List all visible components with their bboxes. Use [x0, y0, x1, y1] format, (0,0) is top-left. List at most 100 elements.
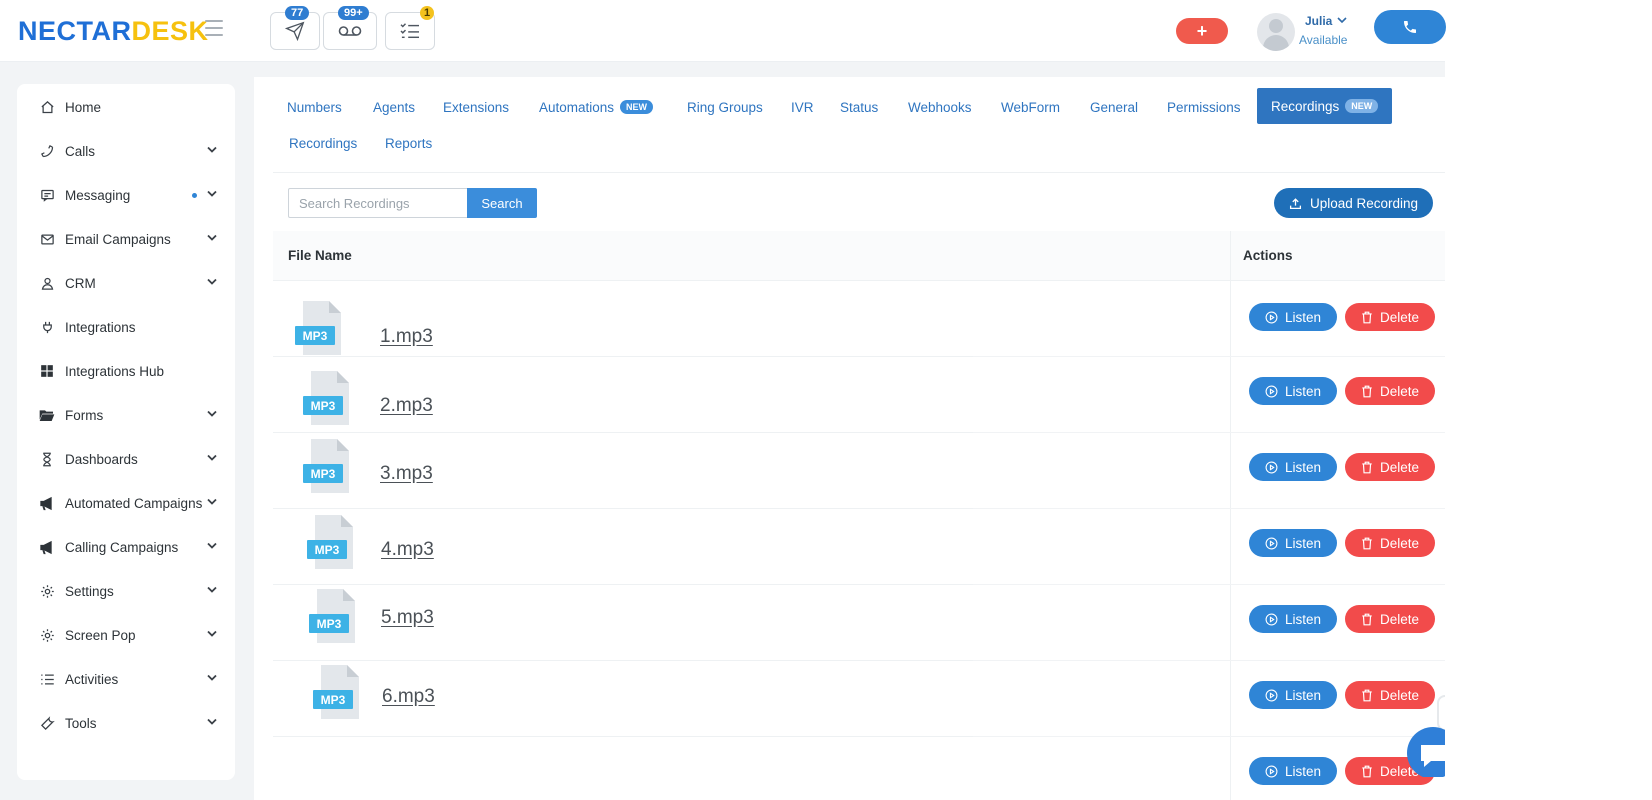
svg-text:MP3: MP3 — [321, 693, 346, 707]
recordings-toolbar: Search Upload Recording — [273, 172, 1445, 230]
sidebar-item-automated-campaigns[interactable]: Automated Campaigns — [17, 483, 235, 523]
delete-button[interactable]: Delete — [1345, 377, 1435, 405]
sidebar-item-integrations-hub[interactable]: Integrations Hub — [17, 351, 235, 391]
delete-button[interactable]: Delete — [1345, 681, 1435, 709]
listen-button[interactable]: Listen — [1249, 453, 1337, 481]
tasks-button[interactable]: 1 — [385, 6, 435, 50]
sidebar-item-home[interactable]: Home — [17, 87, 235, 127]
trash-icon — [1362, 613, 1372, 625]
search-button[interactable]: Search — [467, 188, 537, 218]
tab-numbers[interactable]: Numbers — [287, 89, 342, 125]
delete-label: Delete — [1379, 687, 1420, 703]
tab-status[interactable]: Status — [840, 89, 878, 125]
tab-recordings[interactable]: Recordings — [289, 125, 357, 161]
dialer-button[interactable] — [1374, 10, 1446, 44]
tab-label: Automations — [539, 99, 615, 115]
tab-label: WebForm — [1001, 99, 1061, 115]
file-name-link[interactable]: 3.mp3 — [380, 463, 433, 485]
tab-automations[interactable]: Automations NEW — [539, 89, 654, 125]
listen-button[interactable]: Listen — [1249, 605, 1337, 633]
tab-general[interactable]: General — [1090, 89, 1138, 125]
chevron-down-icon — [207, 454, 217, 461]
tab-label: Reports — [385, 135, 433, 151]
plug-icon — [39, 319, 55, 335]
sidebar-item-label: Calling Campaigns — [65, 539, 179, 555]
sidebar-item-label: Messaging — [65, 187, 131, 203]
listen-button[interactable]: Listen — [1249, 529, 1337, 557]
sidebar-item-messaging[interactable]: Messaging — [17, 175, 235, 215]
send-badge: 77 — [285, 6, 310, 20]
sidebar-item-label: Tools — [65, 715, 97, 731]
sidebar-item-integrations[interactable]: Integrations — [17, 307, 235, 347]
voicemail-button[interactable]: 99+ — [323, 6, 377, 50]
tab-permissions[interactable]: Permissions — [1167, 89, 1241, 125]
sidebar-item-label: Dashboards — [65, 451, 138, 467]
mp3-file-icon: MP3 — [301, 369, 355, 427]
chevron-down-icon — [207, 542, 217, 549]
listen-label: Listen — [1284, 535, 1322, 551]
chat-icon — [1407, 727, 1445, 777]
send-button[interactable]: 77 — [270, 6, 320, 50]
sidebar-item-label: Settings — [65, 583, 114, 599]
sidebar-item-calls[interactable]: Calls — [17, 131, 235, 171]
menu-toggle-icon[interactable] — [205, 20, 223, 36]
listen-label: Listen — [1284, 687, 1322, 703]
gear-icon — [39, 583, 55, 599]
column-header-file-name: File Name — [288, 248, 352, 263]
sidebar-item-email-campaigns[interactable]: Email Campaigns — [17, 219, 235, 259]
logo[interactable]: NECTARDESK — [18, 16, 209, 47]
chevron-down-icon — [207, 410, 217, 417]
sidebar-item-forms[interactable]: Forms — [17, 395, 235, 435]
chevron-down-icon[interactable] — [1337, 16, 1347, 24]
upload-recording-button[interactable]: Upload Recording — [1274, 188, 1433, 218]
avatar[interactable] — [1257, 13, 1295, 51]
play-circle-icon — [1265, 311, 1278, 323]
file-name-link[interactable]: 6.mp3 — [382, 686, 435, 708]
sidebar-item-crm[interactable]: CRM — [17, 263, 235, 303]
sidebar-item-tools[interactable]: Tools — [17, 703, 235, 743]
sidebar-item-activities[interactable]: Activities — [17, 659, 235, 699]
delete-button[interactable]: Delete — [1345, 605, 1435, 633]
sidebar-item-label: CRM — [65, 275, 96, 291]
delete-button[interactable]: Delete — [1345, 529, 1435, 557]
tasks-badge: 1 — [420, 6, 435, 20]
tab-label: Extensions — [443, 99, 510, 115]
tab-ivr[interactable]: IVR — [791, 89, 814, 125]
tab-webhooks[interactable]: Webhooks — [908, 89, 972, 125]
tab-extensions[interactable]: Extensions — [443, 89, 509, 125]
main-panel: Numbers Agents Extensions Automations NEW… — [254, 77, 1445, 800]
delete-button[interactable]: Delete — [1345, 453, 1435, 481]
megaphone-icon — [39, 539, 55, 555]
phone-icon — [39, 143, 55, 159]
sidebar-item-calling-campaigns[interactable]: Calling Campaigns — [17, 527, 235, 567]
listen-button[interactable]: Listen — [1249, 303, 1337, 331]
sidebar-item-screen-pop[interactable]: Screen Pop — [17, 615, 235, 655]
chat-widget-button[interactable] — [1405, 725, 1445, 777]
svg-text:MP3: MP3 — [315, 543, 340, 557]
quick-add-button[interactable]: + — [1176, 18, 1228, 44]
sidebar-item-dashboards[interactable]: Dashboards — [17, 439, 235, 479]
listen-button[interactable]: Listen — [1249, 681, 1337, 709]
gear-icon — [39, 627, 55, 643]
tab-recordings-active[interactable]: Recordings NEW — [1257, 88, 1393, 124]
tab-webform[interactable]: WebForm — [1001, 89, 1060, 125]
sidebar-item-settings[interactable]: Settings — [17, 571, 235, 611]
file-name-link[interactable]: 5.mp3 — [381, 607, 434, 629]
sidebar-item-label: Activities — [65, 671, 119, 687]
file-name-link[interactable]: 4.mp3 — [381, 539, 434, 561]
tab-reports[interactable]: Reports — [385, 125, 432, 161]
tab-ring-groups[interactable]: Ring Groups — [687, 89, 763, 125]
mp3-file-icon: MP3 — [301, 437, 355, 495]
sidebar-item-label: Integrations — [65, 319, 136, 335]
listen-button[interactable]: Listen — [1249, 757, 1337, 785]
tab-agents[interactable]: Agents — [373, 89, 415, 125]
listen-button[interactable]: Listen — [1249, 377, 1337, 405]
file-name-link[interactable]: 2.mp3 — [380, 395, 433, 417]
delete-label: Delete — [1379, 535, 1420, 551]
user-name[interactable]: Julia — [1305, 14, 1332, 28]
delete-button[interactable]: Delete — [1345, 303, 1435, 331]
file-name-link[interactable]: 1.mp3 — [380, 326, 433, 348]
mp3-file-icon: MP3 — [293, 299, 347, 357]
search-input[interactable] — [288, 188, 468, 218]
table-row: MP3 4.mp3 Listen Delete — [273, 509, 1445, 585]
